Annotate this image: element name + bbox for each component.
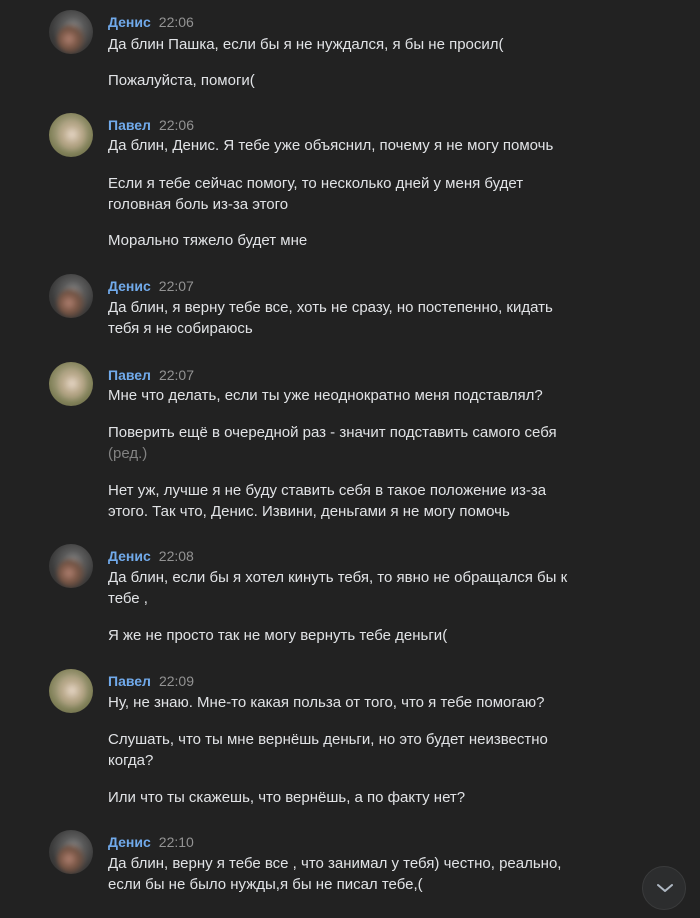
message-text: Пожалуйста, помоги( bbox=[108, 72, 255, 89]
avatar[interactable] bbox=[49, 10, 93, 54]
chevron-down-icon bbox=[657, 884, 673, 892]
message-time[interactable]: 22:07 bbox=[159, 278, 194, 294]
author-name[interactable]: Павел bbox=[108, 117, 151, 133]
message-text: Или что ты скажешь, что вернёшь, а по фа… bbox=[108, 789, 466, 806]
message-time[interactable]: 22:09 bbox=[159, 673, 194, 689]
avatar[interactable] bbox=[49, 274, 93, 318]
message-time[interactable]: 22:07 bbox=[159, 367, 194, 383]
message-header: Павел 22:07 bbox=[108, 366, 194, 384]
message-text: Мне что делать, если ты уже неоднократно… bbox=[108, 387, 543, 404]
chat-history: Денис 22:06 Да блин Пашка, если бы я не н… bbox=[0, 0, 700, 918]
avatar[interactable] bbox=[49, 830, 93, 874]
message-time[interactable]: 22:10 bbox=[159, 834, 194, 850]
message-header: Павел 22:06 bbox=[108, 116, 194, 134]
message-time[interactable]: 22:08 bbox=[159, 548, 194, 564]
message-text: Да блин, верну я тебе все , что занимал … bbox=[108, 855, 562, 893]
message-text: Да блин, Денис. Я тебе уже объяснил, поч… bbox=[108, 137, 554, 154]
message-header: Денис 22:08 bbox=[108, 547, 194, 565]
message-text: Слушать, что ты мне вернёшь деньги, но э… bbox=[108, 731, 548, 769]
scroll-down-button[interactable] bbox=[642, 866, 686, 910]
edited-label: (ред.) bbox=[108, 445, 148, 462]
message-text: Если я тебе сейчас помогу, то несколько … bbox=[108, 175, 524, 213]
author-name[interactable]: Денис bbox=[108, 834, 151, 850]
message-text: Нет уж, лучше я не буду ставить себя в т… bbox=[108, 482, 547, 520]
message-text: Ну, не знаю. Мне-то какая польза от того… bbox=[108, 694, 545, 711]
author-name[interactable]: Павел bbox=[108, 673, 151, 689]
message-text: Да блин Пашка, если бы я не нуждался, я … bbox=[108, 36, 504, 53]
message-text: Да блин, если бы я хотел кинуть тебя, то… bbox=[108, 569, 568, 607]
author-name[interactable]: Денис bbox=[108, 548, 151, 564]
message-text: Морально тяжело будет мне bbox=[108, 232, 308, 249]
message-header: Денис 22:07 bbox=[108, 277, 194, 295]
message-header: Денис 22:06 bbox=[108, 13, 194, 31]
author-name[interactable]: Денис bbox=[108, 278, 151, 294]
avatar[interactable] bbox=[49, 362, 93, 406]
message-text: Поверить ещё в очередной раз - значит по… bbox=[108, 424, 557, 441]
message-text: Да блин, я верну тебе все, хоть не сразу… bbox=[108, 299, 553, 337]
author-name[interactable]: Павел bbox=[108, 367, 151, 383]
message-time[interactable]: 22:06 bbox=[159, 117, 194, 133]
avatar[interactable] bbox=[49, 113, 93, 157]
avatar[interactable] bbox=[49, 544, 93, 588]
message-header: Денис 22:10 bbox=[108, 833, 194, 851]
message-time[interactable]: 22:06 bbox=[159, 14, 194, 30]
message-header: Павел 22:09 bbox=[108, 672, 194, 690]
author-name[interactable]: Денис bbox=[108, 14, 151, 30]
message-text: Я же не просто так не могу вернуть тебе … bbox=[108, 627, 448, 644]
avatar[interactable] bbox=[49, 669, 93, 713]
